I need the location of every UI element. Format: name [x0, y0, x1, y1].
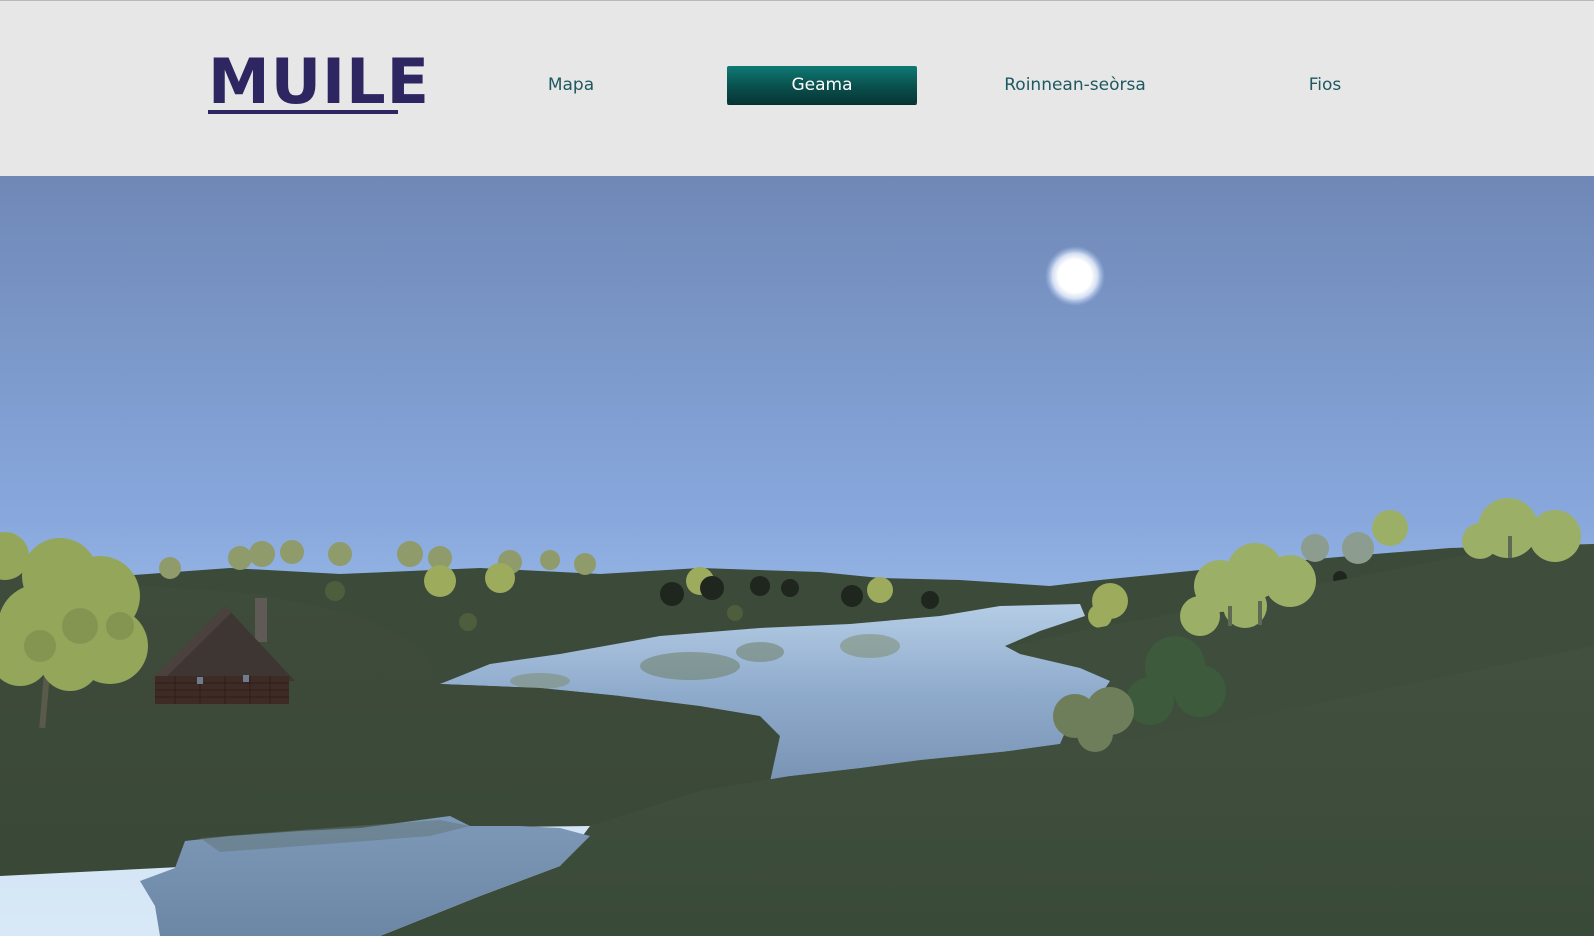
nav-mapa[interactable]: Mapa	[478, 66, 664, 104]
logo-text: MUILE	[208, 45, 430, 118]
game-scene	[0, 176, 1594, 936]
nav-geama[interactable]: Geama	[727, 66, 917, 104]
page: MUILE Mapa Geama Roinnean-seòrsa Fios	[0, 0, 1594, 936]
site-header: MUILE Mapa Geama Roinnean-seòrsa Fios	[0, 0, 1594, 176]
logo-underline	[208, 110, 398, 114]
site-logo[interactable]: MUILE	[208, 51, 429, 115]
nav-roinnean-seorsa[interactable]: Roinnean-seòrsa	[980, 66, 1170, 104]
game-viewport[interactable]	[0, 176, 1594, 936]
sun-icon	[1045, 246, 1105, 306]
nav-fios[interactable]: Fios	[1232, 66, 1418, 104]
